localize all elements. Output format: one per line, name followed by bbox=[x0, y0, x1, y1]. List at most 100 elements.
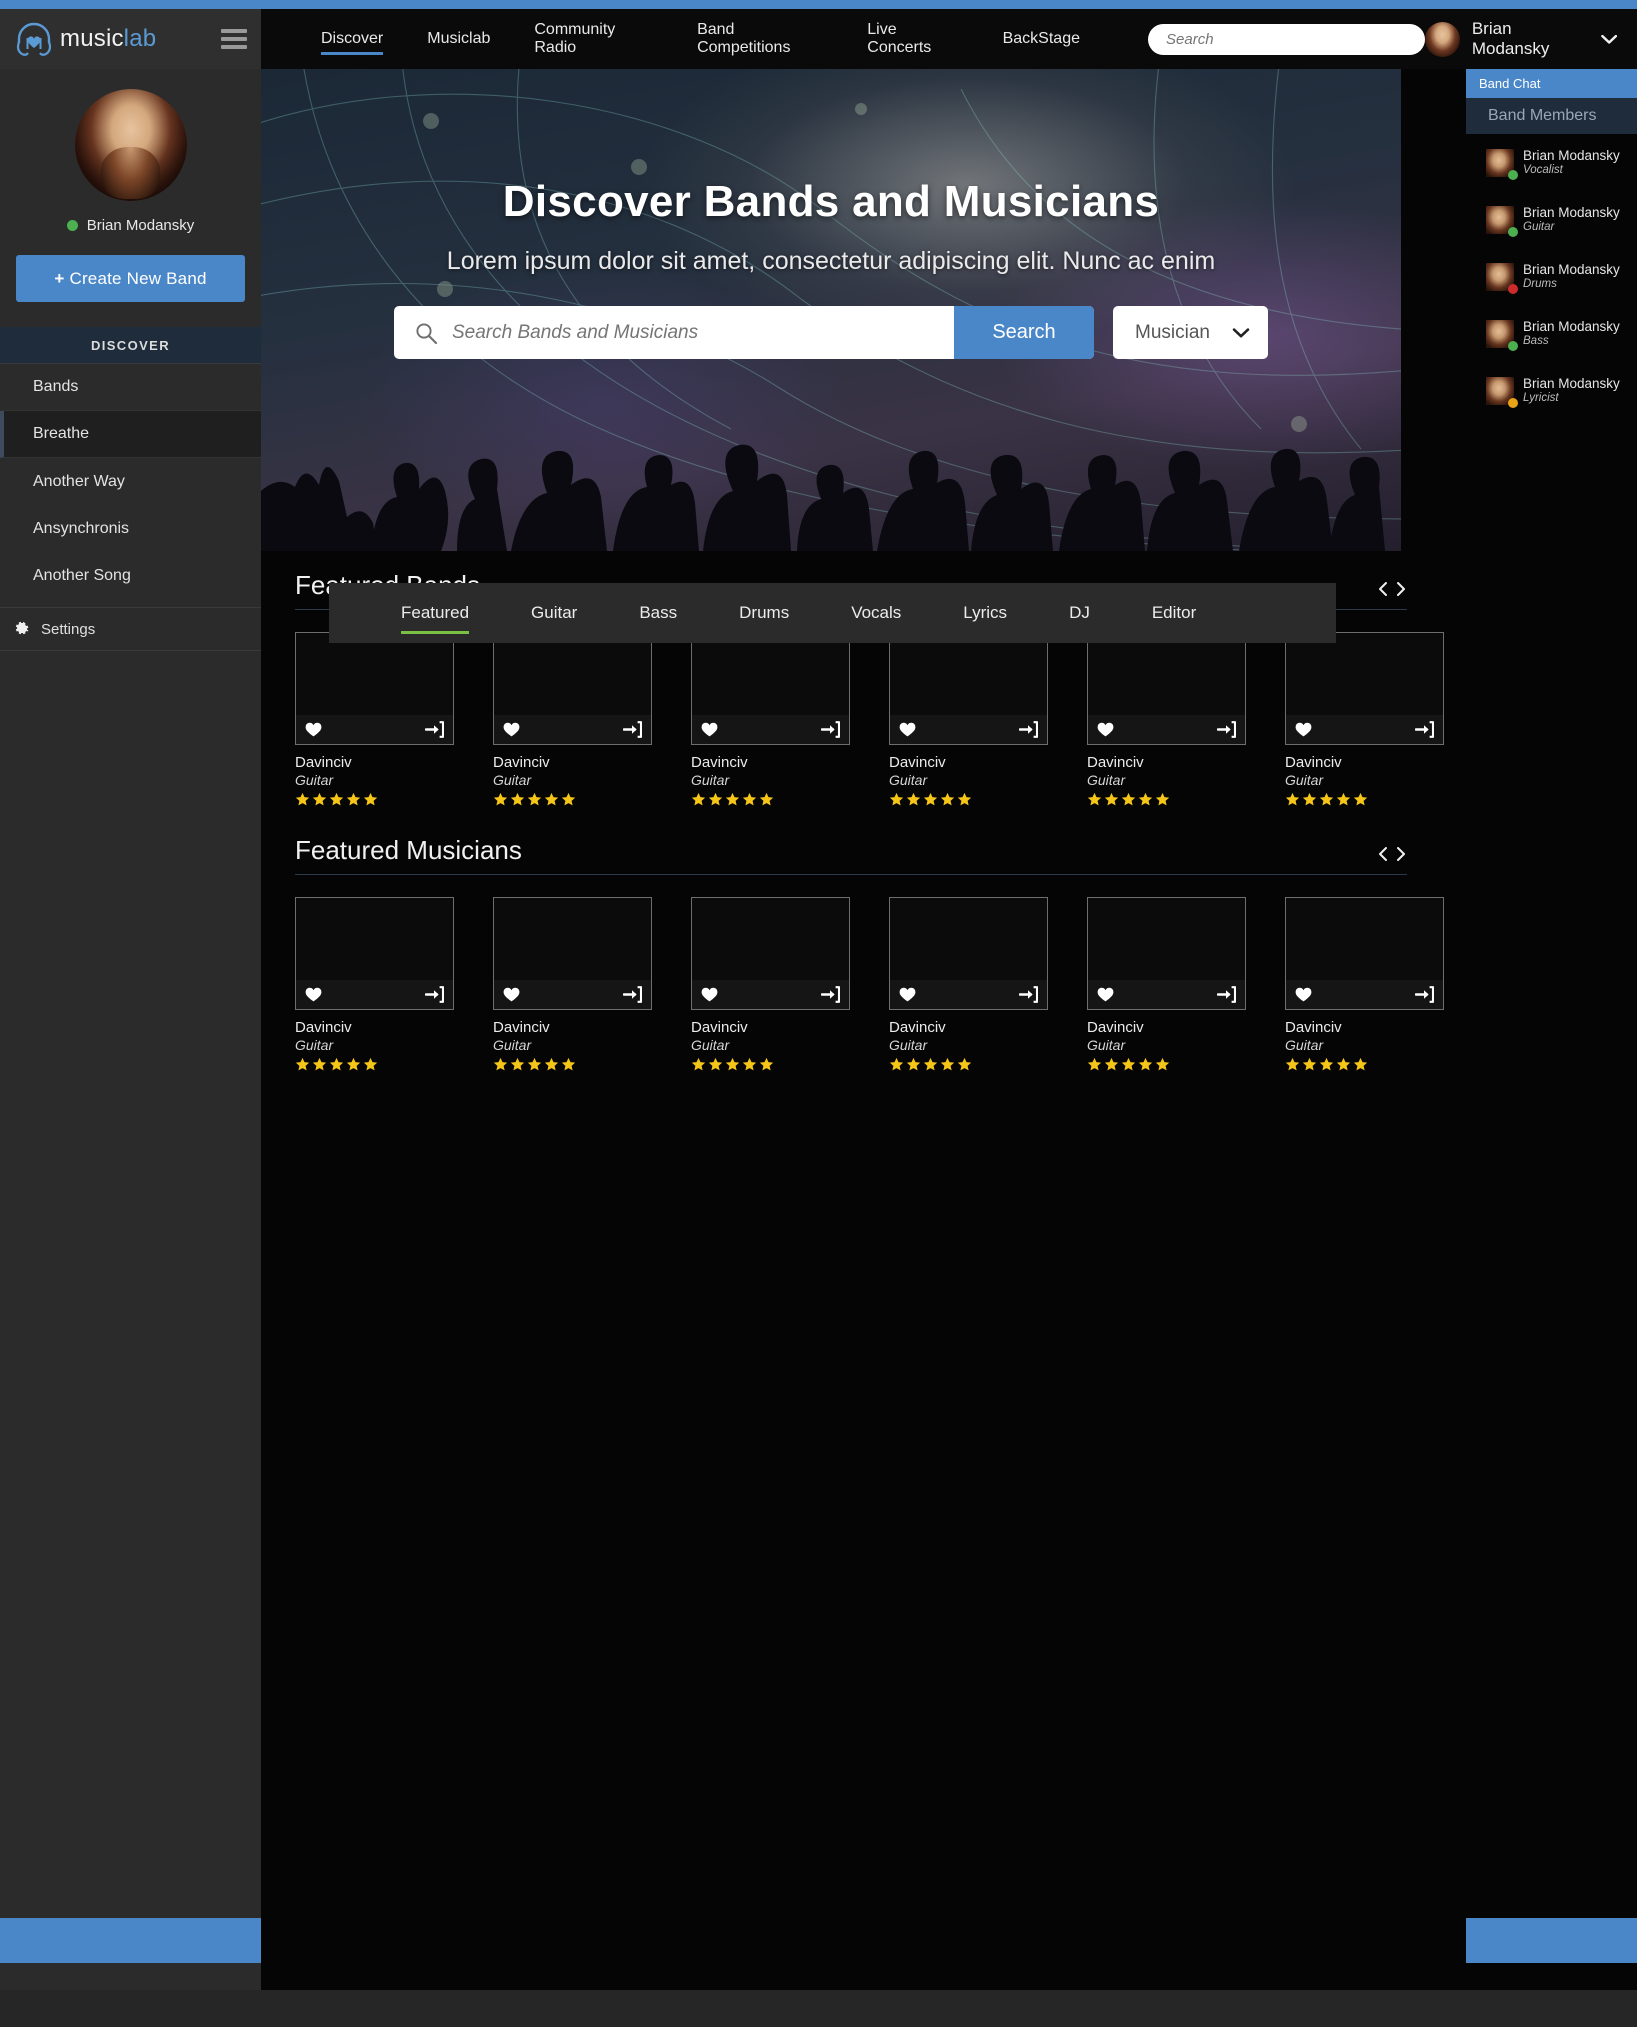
star-icon bbox=[1285, 792, 1300, 806]
content-card[interactable]: Davinciv Guitar bbox=[889, 897, 1048, 1072]
card-thumbnail[interactable] bbox=[1087, 897, 1246, 1010]
avatar bbox=[1486, 319, 1518, 351]
card-rating bbox=[493, 792, 652, 807]
band-member-row[interactable]: Brian Modansky Bass bbox=[1466, 305, 1637, 362]
sidebar-item-breathe[interactable]: Breathe bbox=[0, 411, 261, 458]
heart-icon[interactable] bbox=[305, 987, 322, 1002]
band-member-row[interactable]: Brian Modansky Lyricist bbox=[1466, 362, 1637, 419]
tab-featured[interactable]: Featured bbox=[381, 592, 489, 634]
tab-live-concerts[interactable]: Live Concerts bbox=[845, 17, 980, 61]
content-card[interactable]: Davinciv Guitar bbox=[1087, 897, 1246, 1072]
chevron-right-icon[interactable] bbox=[1395, 581, 1407, 597]
enter-arrow-icon[interactable] bbox=[623, 986, 642, 1003]
sidebar-item-ansynchronis[interactable]: Ansynchronis bbox=[0, 505, 261, 552]
card-thumbnail[interactable] bbox=[493, 632, 652, 745]
chevron-right-icon[interactable] bbox=[1395, 846, 1407, 862]
enter-arrow-icon[interactable] bbox=[1019, 986, 1038, 1003]
heart-icon[interactable] bbox=[1097, 722, 1114, 737]
card-thumbnail[interactable] bbox=[295, 897, 454, 1010]
tab-community-radio[interactable]: Community Radio bbox=[512, 17, 675, 61]
hero-search-button[interactable]: Search bbox=[954, 306, 1094, 359]
card-thumbnail[interactable] bbox=[493, 897, 652, 1010]
enter-arrow-icon[interactable] bbox=[425, 721, 444, 738]
band-member-row[interactable]: Brian Modansky Drums bbox=[1466, 248, 1637, 305]
band-member-info: Brian Modansky Vocalist bbox=[1523, 148, 1620, 177]
hamburger-menu-icon[interactable] bbox=[221, 25, 247, 53]
heart-icon[interactable] bbox=[503, 987, 520, 1002]
card-thumbnail[interactable] bbox=[691, 897, 850, 1010]
card-thumbnail[interactable] bbox=[1285, 632, 1444, 745]
star-icon bbox=[561, 1057, 576, 1071]
user-menu[interactable]: Brian Modansky bbox=[1424, 19, 1617, 59]
tab-dj[interactable]: DJ bbox=[1049, 592, 1110, 634]
band-member-row[interactable]: Brian Modansky Guitar bbox=[1466, 191, 1637, 248]
chevron-left-icon[interactable] bbox=[1377, 846, 1389, 862]
card-thumbnail[interactable] bbox=[295, 632, 454, 745]
content-card[interactable]: Davinciv Guitar bbox=[493, 897, 652, 1072]
enter-arrow-icon[interactable] bbox=[1415, 986, 1434, 1003]
content-card[interactable]: Davinciv Guitar bbox=[493, 632, 652, 807]
sidebar-item-another-way[interactable]: Another Way bbox=[0, 458, 261, 505]
enter-arrow-icon[interactable] bbox=[425, 986, 444, 1003]
heart-icon[interactable] bbox=[503, 722, 520, 737]
star-icon bbox=[363, 792, 378, 806]
enter-arrow-icon[interactable] bbox=[623, 721, 642, 738]
enter-arrow-icon[interactable] bbox=[821, 986, 840, 1003]
tab-backstage[interactable]: BackStage bbox=[981, 17, 1102, 61]
content-card[interactable]: Davinciv Guitar bbox=[1285, 632, 1444, 807]
chevron-left-icon[interactable] bbox=[1377, 581, 1389, 597]
card-thumbnail[interactable] bbox=[889, 632, 1048, 745]
content-card[interactable]: Davinciv Guitar bbox=[295, 632, 454, 807]
star-icon bbox=[1155, 792, 1170, 806]
sidebar-item-bands[interactable]: Bands bbox=[0, 364, 261, 411]
content-card[interactable]: Davinciv Guitar bbox=[889, 632, 1048, 807]
search-type-select[interactable]: Musician bbox=[1113, 306, 1268, 359]
content-card[interactable]: Davinciv Guitar bbox=[1087, 632, 1246, 807]
tab-musiclab[interactable]: Musiclab bbox=[405, 17, 512, 61]
tab-guitar[interactable]: Guitar bbox=[511, 592, 597, 634]
enter-arrow-icon[interactable] bbox=[1019, 721, 1038, 738]
tab-editor[interactable]: Editor bbox=[1132, 592, 1216, 634]
tab-discover[interactable]: Discover bbox=[299, 17, 405, 61]
heart-icon[interactable] bbox=[305, 722, 322, 737]
heart-icon[interactable] bbox=[899, 722, 916, 737]
content-card[interactable]: Davinciv Guitar bbox=[691, 897, 850, 1072]
enter-arrow-icon[interactable] bbox=[1217, 986, 1236, 1003]
band-chat-tab[interactable]: Band Chat bbox=[1466, 69, 1637, 98]
band-member-row[interactable]: Brian Modansky Vocalist bbox=[1466, 134, 1637, 191]
global-search-input[interactable] bbox=[1148, 23, 1425, 55]
hero-search-input[interactable] bbox=[438, 306, 954, 359]
sidebar-item-another-song[interactable]: Another Song bbox=[0, 552, 261, 599]
card-thumbnail[interactable] bbox=[1285, 897, 1444, 1010]
sidebar-item-settings[interactable]: Settings bbox=[0, 608, 261, 651]
create-new-band-button[interactable]: + Create New Band bbox=[16, 255, 245, 302]
sidebar-section-header: DISCOVER bbox=[0, 327, 261, 363]
card-thumbnail[interactable] bbox=[1087, 632, 1246, 745]
enter-arrow-icon[interactable] bbox=[821, 721, 840, 738]
tab-vocals[interactable]: Vocals bbox=[831, 592, 921, 634]
card-thumbnail[interactable] bbox=[889, 897, 1048, 1010]
heart-icon[interactable] bbox=[1295, 987, 1312, 1002]
avatar[interactable] bbox=[74, 89, 187, 201]
card-rating bbox=[889, 1057, 1048, 1072]
tab-drums[interactable]: Drums bbox=[719, 592, 809, 634]
tab-lyrics[interactable]: Lyrics bbox=[943, 592, 1027, 634]
band-member-name: Brian Modansky bbox=[1523, 376, 1620, 392]
card-thumbnail[interactable] bbox=[691, 632, 850, 745]
right-sidebar: Band Chat Band Members Brian Modansky Voc… bbox=[1466, 69, 1637, 1990]
heart-icon[interactable] bbox=[701, 722, 718, 737]
heart-icon[interactable] bbox=[899, 987, 916, 1002]
heart-icon[interactable] bbox=[701, 987, 718, 1002]
star-icon bbox=[527, 792, 542, 806]
heart-icon[interactable] bbox=[1097, 987, 1114, 1002]
content-card[interactable]: Davinciv Guitar bbox=[295, 897, 454, 1072]
content-card[interactable]: Davinciv Guitar bbox=[691, 632, 850, 807]
content-card[interactable]: Davinciv Guitar bbox=[1285, 897, 1444, 1072]
hero-title: Discover Bands and Musicians bbox=[502, 177, 1160, 226]
tab-band-competitions[interactable]: Band Competitions bbox=[675, 17, 845, 61]
tab-bass[interactable]: Bass bbox=[619, 592, 697, 634]
heart-icon[interactable] bbox=[1295, 722, 1312, 737]
star-icon bbox=[1353, 792, 1368, 806]
enter-arrow-icon[interactable] bbox=[1217, 721, 1236, 738]
enter-arrow-icon[interactable] bbox=[1415, 721, 1434, 738]
